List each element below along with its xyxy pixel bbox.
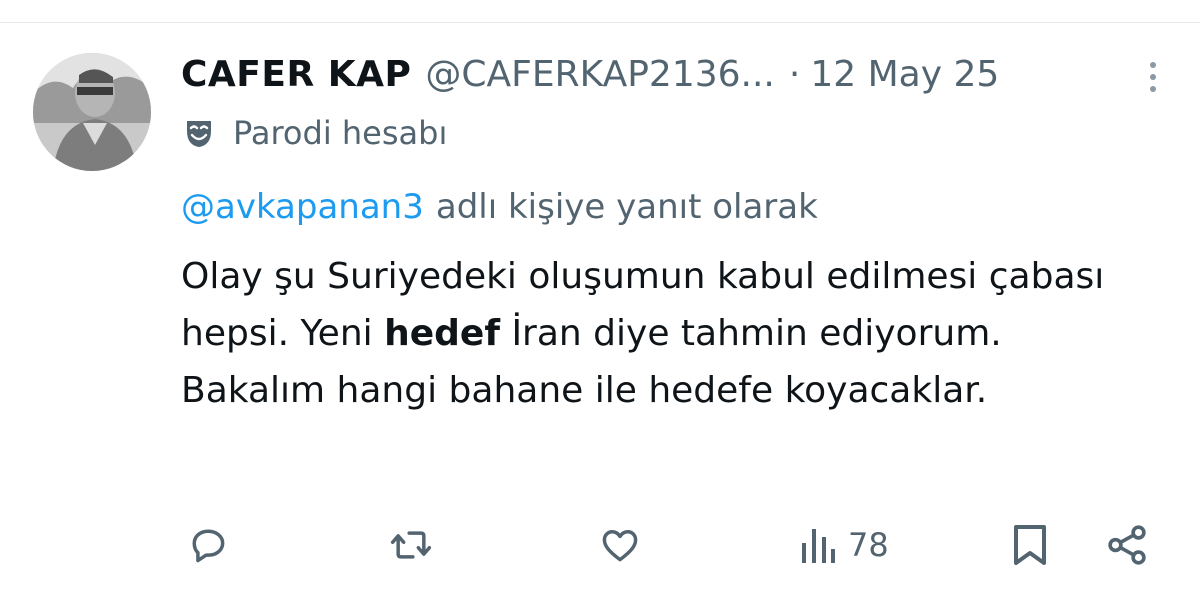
- share-button[interactable]: [1104, 515, 1150, 575]
- bookmark-icon: [1014, 525, 1046, 565]
- tweet-text: Olay şu Suriyedeki oluşumun kabul edilme…: [181, 248, 1141, 419]
- like-button[interactable]: [598, 515, 642, 575]
- views-button[interactable]: 78: [800, 515, 889, 575]
- reply-context-text: adlı kişiye yanıt olarak: [435, 187, 818, 227]
- bookmark-button[interactable]: [1010, 515, 1050, 575]
- handle[interactable]: @CAFERKAP2136...: [425, 50, 775, 100]
- top-divider: [0, 22, 1200, 23]
- account-label-text: Parodi hesabı: [233, 114, 448, 152]
- heart-icon: [602, 530, 638, 562]
- retweet-icon: [390, 531, 432, 559]
- more-dot: [1150, 74, 1156, 80]
- retweet-button[interactable]: [388, 515, 434, 575]
- tweet-header: CAFER KAP @CAFERKAP2136... · 12 May 25: [181, 50, 999, 100]
- display-name[interactable]: CAFER KAP: [181, 50, 411, 100]
- avatar-photo: [33, 53, 151, 171]
- reply-mention-link[interactable]: @avkapanan3: [181, 187, 424, 227]
- more-vertical-icon: [1150, 62, 1156, 68]
- action-bar: 78: [0, 515, 1200, 575]
- share-icon: [1108, 525, 1146, 565]
- account-label: Parodi hesabı: [183, 110, 447, 156]
- theater-mask-icon: [183, 117, 215, 149]
- more-options-button[interactable]: [1138, 57, 1168, 97]
- more-dot: [1150, 86, 1156, 92]
- separator-dot: ·: [788, 54, 801, 95]
- tweet-date[interactable]: 12 May 25: [810, 50, 999, 100]
- views-count: 78: [848, 526, 889, 564]
- views-icon: [802, 529, 835, 563]
- reply-button[interactable]: [186, 515, 230, 575]
- reply-icon: [192, 529, 225, 563]
- tweet-text-bold: hedef: [384, 313, 500, 354]
- avatar[interactable]: [33, 53, 151, 171]
- reply-context: @avkapanan3 adlı kişiye yanıt olarak: [181, 182, 818, 232]
